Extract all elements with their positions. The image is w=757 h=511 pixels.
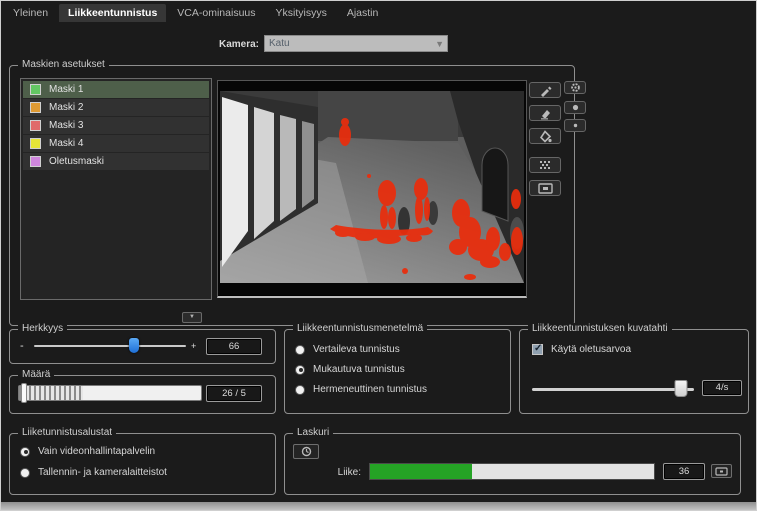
counter-title: Laskuri — [293, 427, 333, 438]
amount-group: Määrä 26 / 5 — [9, 375, 276, 414]
camera-select[interactable]: Katu ▼ — [264, 35, 448, 52]
framerate-slider[interactable] — [532, 388, 694, 391]
method-option-label: Mukautuva tunnistus — [313, 364, 405, 375]
framerate-slider-thumb[interactable] — [675, 380, 688, 397]
motion-level-bar — [369, 463, 655, 480]
slider-minus-label[interactable]: - — [20, 341, 24, 351]
amount-title: Määrä — [18, 369, 54, 380]
radio-icon — [295, 385, 305, 395]
amount-value: 26 / 5 — [206, 385, 262, 402]
mask-color-swatch — [30, 120, 41, 131]
mask-label: Oletusmaski — [49, 156, 104, 167]
mask-list-item-4[interactable]: Maski 4 — [23, 135, 209, 152]
monitor-icon — [538, 183, 553, 194]
tab-ajastin[interactable]: Ajastin — [338, 4, 388, 22]
motion-detection-window: Yleinen Liikkeentunnistus VCA-ominaisuus… — [0, 0, 757, 511]
platform-option-label: Vain videonhallintapalvelin — [38, 446, 155, 457]
radio-icon — [20, 468, 30, 478]
mask-label: Maski 2 — [49, 102, 83, 113]
method-option-comparative[interactable]: Vertaileva tunnistus — [295, 344, 400, 355]
radio-icon — [295, 345, 305, 355]
method-option-label: Vertaileva tunnistus — [313, 344, 400, 355]
tool-option-medium-button[interactable] — [564, 101, 586, 114]
mask-label: Maski 1 — [49, 84, 83, 95]
preview-tool-button[interactable] — [529, 180, 561, 196]
chevron-down-icon: ▼ — [435, 37, 444, 52]
counter-display-button[interactable] — [711, 464, 732, 478]
paint-bucket-icon — [539, 130, 552, 143]
tab-liikkeentunnistus[interactable]: Liikkeentunnistus — [59, 4, 166, 22]
mask-label: Maski 4 — [49, 138, 83, 149]
motion-level-value: 36 — [663, 463, 705, 480]
window-bottom-edge — [1, 502, 756, 510]
sensitivity-group: Herkkyys - + 66 — [9, 329, 276, 364]
sensitivity-title: Herkkyys — [18, 323, 67, 334]
mask-color-swatch — [30, 102, 41, 113]
method-option-adaptive[interactable]: Mukautuva tunnistus — [295, 364, 405, 375]
framerate-group: Liikkeentunnistuksen kuvatahti Käytä ole… — [519, 329, 749, 414]
clock-icon — [301, 446, 312, 457]
sensitivity-slider[interactable] — [34, 345, 186, 347]
amount-level-fill — [19, 386, 83, 400]
platform-option-vms-server[interactable]: Vain videonhallintapalvelin — [20, 446, 155, 457]
grid-pattern-icon — [538, 159, 552, 171]
pencil-icon — [539, 84, 552, 97]
tab-yleinen[interactable]: Yleinen — [4, 4, 57, 22]
tab-vca-ominaisuus[interactable]: VCA-ominaisuus — [168, 4, 264, 22]
platform-option-recorder-camera[interactable]: Tallennin- ja kameralaitteistot — [20, 467, 167, 478]
dot-medium-icon — [570, 102, 581, 113]
mask-list-item-1[interactable]: Maski 1 — [23, 81, 209, 98]
camera-label: Kamera: — [161, 39, 259, 50]
mask-color-swatch — [30, 138, 41, 149]
tab-bar: Yleinen Liikkeentunnistus VCA-ominaisuus… — [4, 4, 387, 22]
camera-select-value: Katu — [269, 38, 290, 49]
radio-selected-icon — [295, 365, 305, 375]
detection-method-title: Liikkeentunnistusmenetelmä — [293, 323, 427, 334]
mask-list-item-default[interactable]: Oletusmaski — [23, 153, 209, 170]
detection-method-group: Liikkeentunnistusmenetelmä Vertaileva tu… — [284, 329, 511, 414]
use-default-checkbox-row[interactable]: Käytä oletusarvoa — [532, 344, 631, 355]
tab-yksityisyys[interactable]: Yksityisyys — [267, 4, 336, 22]
method-option-hermeneutic[interactable]: Hermeneuttinen tunnistus — [295, 384, 427, 395]
sensitivity-value: 66 — [206, 338, 262, 355]
mask-list: Maski 1 Maski 2 Maski 3 Maski 4 Oletusma… — [20, 78, 212, 300]
mask-label: Maski 3 — [49, 120, 83, 131]
use-default-label: Käytä oletusarvoa — [551, 344, 631, 355]
mask-list-item-2[interactable]: Maski 2 — [23, 99, 209, 116]
mask-color-swatch — [30, 84, 41, 95]
radio-selected-icon — [20, 447, 30, 457]
sensitivity-slider-thumb[interactable] — [129, 338, 139, 353]
draw-tool-button[interactable] — [529, 82, 561, 98]
motion-level-fill — [370, 464, 472, 479]
erase-tool-button[interactable] — [529, 105, 561, 121]
pattern-tool-button[interactable] — [529, 157, 561, 173]
gear-icon — [570, 82, 581, 93]
platforms-group: Liiketunnistusalustat Vain videonhallint… — [9, 433, 276, 495]
framerate-value: 4/s — [702, 380, 742, 396]
slider-plus-label[interactable]: + — [191, 341, 196, 351]
framerate-title: Liikkeentunnistuksen kuvatahti — [528, 323, 672, 334]
tool-option-small-button[interactable] — [564, 119, 586, 132]
checkbox-checked-icon — [532, 344, 543, 355]
amount-level-meter — [18, 385, 202, 401]
counter-timer-button[interactable] — [293, 444, 319, 459]
mask-list-collapse-button[interactable]: ▼ — [182, 312, 202, 323]
counter-group: Laskuri Liike: 36 — [284, 433, 741, 495]
monitor-icon — [715, 467, 728, 476]
mask-color-swatch — [30, 156, 41, 167]
fill-tool-button[interactable] — [529, 128, 561, 144]
mask-list-item-3[interactable]: Maski 3 — [23, 117, 209, 134]
platforms-title: Liiketunnistusalustat — [18, 427, 116, 438]
amount-threshold-thumb[interactable] — [21, 383, 27, 403]
motion-level-label: Liike: — [333, 467, 361, 478]
platform-option-label: Tallennin- ja kameralaitteistot — [38, 467, 167, 478]
camera-preview-image — [218, 81, 526, 295]
eraser-icon — [539, 107, 552, 120]
dot-small-icon — [570, 120, 581, 131]
mask-settings-title: Maskien asetukset — [18, 59, 109, 70]
mask-settings-group: Maskien asetukset Maski 1 Maski 2 Maski … — [9, 65, 575, 326]
tool-option-gear-button[interactable] — [564, 81, 586, 94]
method-option-label: Hermeneuttinen tunnistus — [313, 384, 427, 395]
camera-preview[interactable] — [217, 80, 527, 298]
